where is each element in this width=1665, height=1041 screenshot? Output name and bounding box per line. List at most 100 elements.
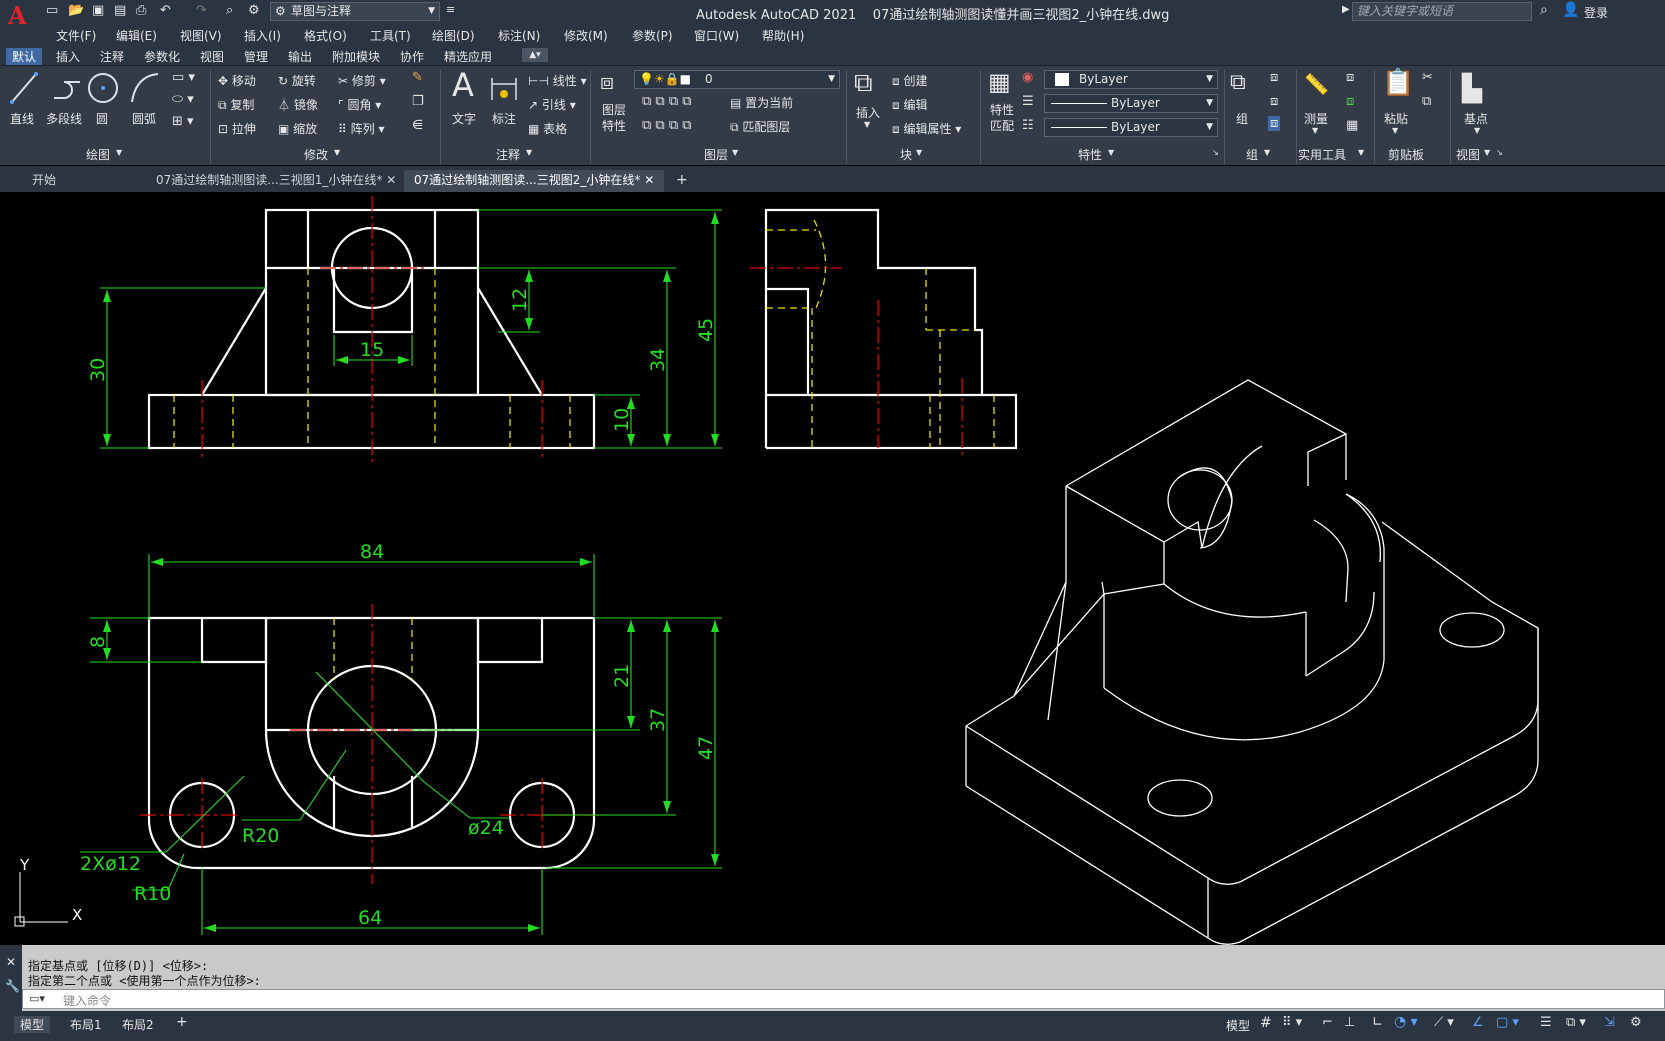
text-icon[interactable]: A <box>452 66 474 104</box>
annotation-scale-icon[interactable]: ⇲ <box>1604 1015 1615 1030</box>
tab-drawing-2[interactable]: 07通过绘制轴测图读...三视图2_小钟在线* ✕ <box>404 170 665 192</box>
offset-icon[interactable]: ⋹ <box>412 118 423 133</box>
menu-parametric[interactable]: 参数(P) <box>632 27 673 44</box>
close-icon[interactable]: ✕ <box>6 955 16 969</box>
tab-view[interactable]: 视图 <box>200 48 224 65</box>
group-select-icon[interactable]: ⧈ <box>1268 116 1281 131</box>
layer-properties-icon[interactable]: ⧈ <box>600 70 614 95</box>
array-button[interactable]: ⠿ 阵列 ▾ <box>338 120 384 137</box>
panel-title-layers[interactable]: 图层 <box>704 146 728 163</box>
transparency-icon[interactable]: ⧉ ▾ <box>1566 1015 1586 1030</box>
explode-icon[interactable]: ❐ <box>412 94 424 109</box>
color-dropdown[interactable]: ByLayer ▼ <box>1044 70 1218 89</box>
drawing-canvas[interactable]: 12 15 30 34 45 10 84 8 21 37 47 R20 ø24 … <box>0 192 1665 945</box>
ribbon-minimize-button[interactable]: ▲▾ <box>522 48 548 62</box>
redo-icon[interactable]: ↷ <box>196 3 207 18</box>
search-input[interactable]: 键入关键字或短语 <box>1352 2 1532 21</box>
tab-addins[interactable]: 附加模块 <box>332 48 380 65</box>
tab-parametric[interactable]: 参数化 <box>144 48 180 65</box>
panel-title-view[interactable]: 视图 <box>1456 146 1480 163</box>
tab-insert[interactable]: 插入 <box>56 48 80 65</box>
panel-title-group[interactable]: 组 <box>1246 146 1258 163</box>
layer-dropdown[interactable]: 💡☀🔒■ 0 ▼ <box>634 70 840 89</box>
line-button[interactable]: 直线 <box>10 110 34 127</box>
lineweight-toggle-icon[interactable]: ☰ <box>1540 1015 1552 1030</box>
match-properties-icon[interactable]: ▦ <box>988 68 1011 96</box>
linear-button[interactable]: ⊢⊣ 线性 ▾ <box>528 72 587 89</box>
match-layer-button[interactable]: ⧉ 匹配图层 <box>730 118 790 135</box>
arc-icon[interactable] <box>128 70 162 106</box>
panel-title-utilities[interactable]: 实用工具 <box>1298 146 1346 163</box>
scale-button[interactable]: ▣ 缩放 <box>278 120 317 137</box>
menu-window[interactable]: 窗口(W) <box>694 27 739 44</box>
panel-title-block[interactable]: 块 <box>900 146 912 163</box>
workspace-dropdown[interactable]: ⚙ 草图与注释 ▼ <box>270 2 440 21</box>
tab-layout2[interactable]: 布局2 <box>122 1016 154 1033</box>
set-current-button[interactable]: ▤ 置为当前 <box>730 94 793 111</box>
command-prompt-icon[interactable]: ▭▾ <box>29 992 45 1005</box>
tab-manage[interactable]: 管理 <box>244 48 268 65</box>
print-icon[interactable]: ⎙ <box>136 3 146 18</box>
fillet-button[interactable]: ⌜ 圆角 ▾ <box>338 96 381 113</box>
publish-icon[interactable]: ⚙ <box>248 3 260 18</box>
tab-start[interactable]: 开始 <box>22 170 66 192</box>
ungroup-icon[interactable]: ⧈ <box>1270 70 1278 85</box>
linetype-dropdown[interactable]: ByLayer ▼ <box>1044 94 1218 113</box>
panel-title-annotation[interactable]: 注释 <box>496 146 520 163</box>
table-button[interactable]: ▦ 表格 <box>528 120 567 137</box>
dimension-icon[interactable] <box>488 72 520 104</box>
object-snap-tracking-icon[interactable]: ∠ <box>1472 1015 1484 1030</box>
polyline-icon[interactable] <box>50 72 84 106</box>
polar-tracking-icon[interactable]: ◔ ▾ <box>1394 1014 1418 1030</box>
circle-icon[interactable] <box>86 70 120 106</box>
measure-icon[interactable]: 📏 <box>1304 72 1329 96</box>
mirror-button[interactable]: ⏃ 镜像 <box>278 96 318 113</box>
snap-icon[interactable]: ⠿ ▾ <box>1282 1015 1302 1030</box>
insert-button[interactable]: 插入 <box>856 104 880 121</box>
workspace-switch-icon[interactable]: ⚙ <box>1630 1015 1642 1030</box>
edit-attributes-button[interactable]: ⧈ 编辑属性 ▾ <box>892 120 961 137</box>
menu-modify[interactable]: 修改(M) <box>564 27 608 44</box>
polyline-button[interactable]: 多段线 <box>46 110 82 127</box>
edit-block-button[interactable]: ⧈ 编辑 <box>892 96 927 113</box>
tab-layout1[interactable]: 布局1 <box>70 1016 102 1033</box>
group-edit-icon[interactable]: ⧈ <box>1270 94 1278 109</box>
paste-button[interactable]: 粘贴 <box>1384 110 1408 127</box>
text-button[interactable]: 文字 <box>452 110 476 127</box>
save-icon[interactable]: ▣ <box>92 3 104 18</box>
tab-featured-apps[interactable]: 精选应用 <box>444 48 492 65</box>
undo-icon[interactable]: ↶ <box>160 3 171 18</box>
hatch-icon[interactable]: ⬭ ▾ <box>172 92 194 107</box>
panel-title-properties[interactable]: 特性 <box>1078 146 1102 163</box>
isodraft-icon[interactable]: ⟋ ▾ <box>1434 1015 1454 1030</box>
panel-launcher-icon[interactable]: ↘ <box>1496 148 1503 157</box>
command-input[interactable]: ▭▾ 键入命令 <box>22 989 1665 1009</box>
color-wheel-icon[interactable]: ◉ <box>1022 70 1033 85</box>
erase-icon[interactable]: ✎ <box>412 70 423 85</box>
layer-tools-row2-icon[interactable]: ⧉ ⧉ ⧉ ⧉ <box>642 118 692 133</box>
object-snap-icon[interactable]: ▢ ▾ <box>1496 1015 1519 1030</box>
create-block-button[interactable]: ⧈ 创建 <box>892 72 927 89</box>
move-button[interactable]: ✥ 移动 <box>218 72 256 89</box>
trim-button[interactable]: ✂ 修剪 ▾ <box>338 72 386 89</box>
match-properties-button[interactable]: 特性 匹配 <box>990 102 1014 134</box>
menu-tools[interactable]: 工具(T) <box>370 27 411 44</box>
menu-view[interactable]: 视图(V) <box>180 27 222 44</box>
plot-preview-icon[interactable]: ⌕ <box>226 3 233 18</box>
copy-clip-icon[interactable]: ⧉ <box>1422 94 1431 109</box>
id-point-icon[interactable]: ⧈ <box>1346 94 1354 109</box>
panel-launcher-icon[interactable]: ↘ <box>1212 148 1219 157</box>
dynamic-input-icon[interactable]: ⊥ <box>1344 1015 1355 1030</box>
dimension-button[interactable]: 标注 <box>492 110 516 127</box>
tab-model[interactable]: 模型 <box>14 1016 51 1033</box>
stretch-button[interactable]: ⊡ 拉伸 <box>218 120 256 137</box>
tab-annotate[interactable]: 注释 <box>100 48 124 65</box>
region-icon[interactable]: ⊞ ▾ <box>172 114 194 129</box>
group-icon[interactable]: ⧉ <box>1230 70 1246 95</box>
group-button[interactable]: 组 <box>1236 110 1248 127</box>
lineweight-dropdown[interactable]: ByLayer ▼ <box>1044 118 1218 137</box>
ortho-icon[interactable]: ∟ <box>1372 1015 1383 1030</box>
paste-icon[interactable]: 📋 <box>1382 68 1414 98</box>
layer-tools-row1-icon[interactable]: ⧉ ⧉ ⧉ ⧉ <box>642 94 692 109</box>
quick-select-icon[interactable]: ⧈ <box>1346 70 1354 85</box>
